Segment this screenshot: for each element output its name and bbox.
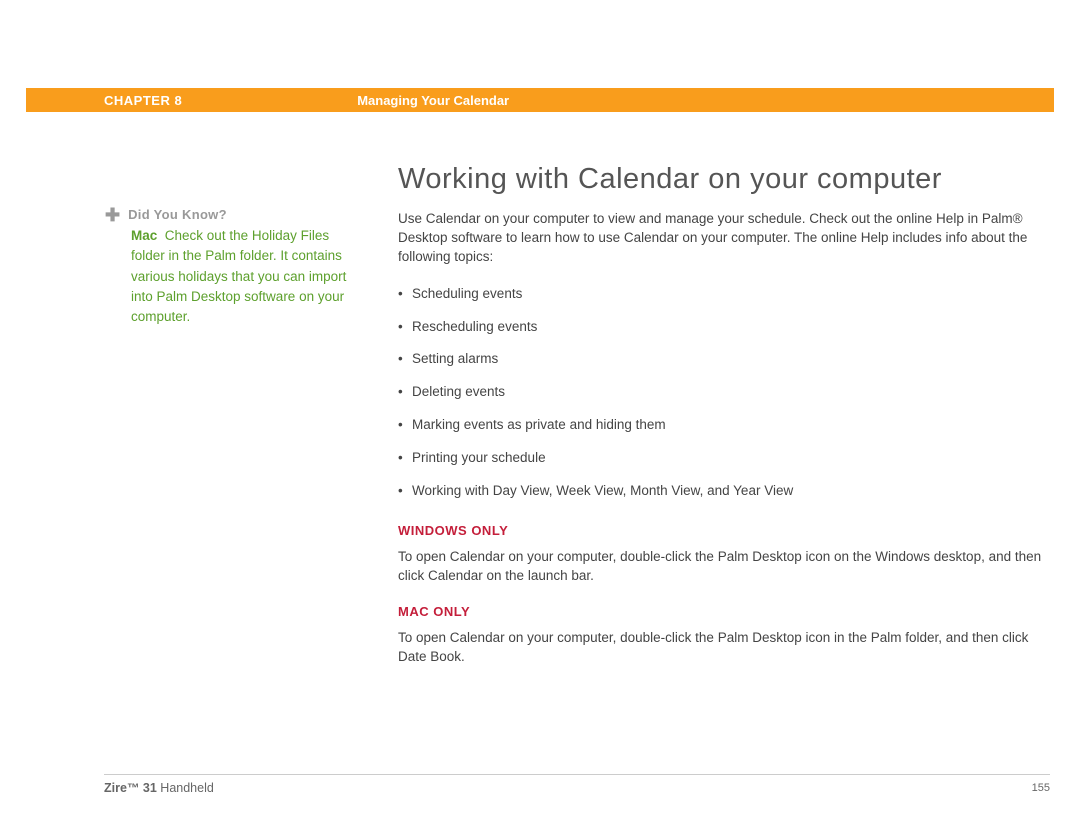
windows-only-text: To open Calendar on your computer, doubl… — [398, 548, 1050, 586]
intro-paragraph: Use Calendar on your computer to view an… — [398, 210, 1050, 267]
sidebar-header: ✚ Did You Know? — [105, 204, 365, 222]
list-item: Marking events as private and hiding the… — [398, 416, 1050, 435]
mac-only-label: MAC ONLY — [398, 604, 1050, 619]
chapter-label: CHAPTER 8 — [104, 93, 182, 108]
sidebar-tip: ✚ Did You Know? Mac Check out the Holida… — [105, 204, 365, 327]
list-item: Setting alarms — [398, 350, 1050, 369]
chapter-title: Managing Your Calendar — [357, 93, 509, 108]
sidebar-tip-text: Mac Check out the Holiday Files folder i… — [131, 226, 365, 327]
list-item: Deleting events — [398, 383, 1050, 402]
footer-product-name: Zire™ 31 — [104, 781, 157, 795]
mac-label: Mac — [131, 228, 157, 243]
chapter-header: CHAPTER 8 Managing Your Calendar — [26, 88, 1054, 112]
mac-only-text: To open Calendar on your computer, doubl… — [398, 629, 1050, 667]
windows-only-label: WINDOWS ONLY — [398, 523, 1050, 538]
footer-page-number: 155 — [1032, 782, 1050, 794]
list-item: Working with Day View, Week View, Month … — [398, 482, 1050, 501]
page-title: Working with Calendar on your computer — [398, 163, 1050, 196]
list-item: Printing your schedule — [398, 449, 1050, 468]
list-item: Scheduling events — [398, 285, 1050, 304]
footer-product: Zire™ 31 Handheld — [104, 781, 214, 795]
list-item: Rescheduling events — [398, 318, 1050, 337]
topic-list: Scheduling events Rescheduling events Se… — [398, 285, 1050, 501]
did-you-know-heading: Did You Know? — [128, 207, 227, 222]
main-content: Working with Calendar on your computer U… — [398, 163, 1050, 684]
plus-icon: ✚ — [105, 206, 120, 224]
tip-body: Check out the Holiday Files folder in th… — [131, 228, 346, 324]
footer-product-rest: Handheld — [157, 781, 214, 795]
page-footer: Zire™ 31 Handheld 155 — [104, 774, 1050, 795]
